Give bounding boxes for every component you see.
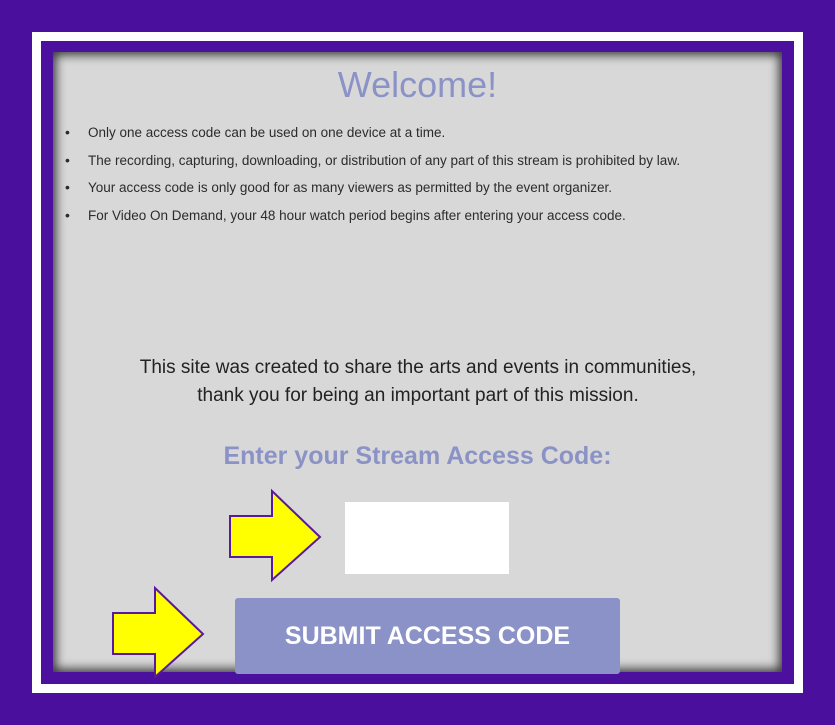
rule-item: Your access code is only good for as man…: [65, 176, 800, 200]
access-code-input[interactable]: [345, 502, 509, 574]
access-code-panel: Welcome! Only one access code can be use…: [53, 52, 782, 674]
right-arrow-icon: [229, 488, 322, 583]
right-arrow-icon: [112, 585, 205, 680]
rule-item: The recording, capturing, downloading, o…: [65, 149, 800, 173]
mission-statement: This site was created to share the arts …: [58, 354, 778, 410]
rules-list: Only one access code can be used on one …: [65, 121, 800, 231]
rule-item: Only one access code can be used on one …: [65, 121, 800, 145]
rule-item: For Video On Demand, your 48 hour watch …: [65, 204, 800, 228]
welcome-title: Welcome!: [337, 64, 498, 105]
access-code-label: Enter your Stream Access Code:: [223, 442, 612, 470]
mission-line: thank you for being an important part of…: [197, 385, 639, 406]
mission-line: This site was created to share the arts …: [139, 357, 697, 378]
submit-access-code-button[interactable]: SUBMIT ACCESS CODE: [235, 598, 620, 674]
